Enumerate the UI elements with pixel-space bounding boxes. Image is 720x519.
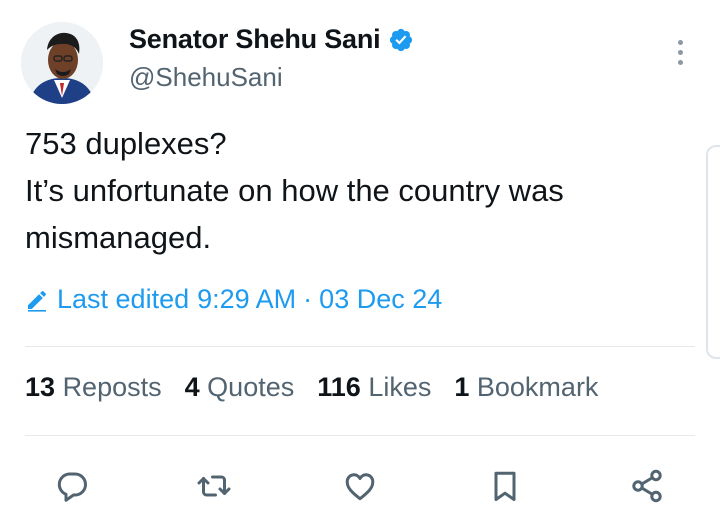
author-handle[interactable]: @ShehuSani bbox=[129, 62, 283, 93]
like-icon bbox=[345, 473, 375, 501]
author-name[interactable]: Senator Shehu Sani bbox=[129, 24, 381, 55]
verified-badge-icon bbox=[388, 27, 414, 53]
side-scroll-handle[interactable] bbox=[706, 145, 720, 359]
reposts-label: Reposts bbox=[62, 372, 162, 402]
avatar-photo-icon bbox=[21, 22, 103, 104]
edited-label: Last edited bbox=[57, 284, 190, 314]
stat-reposts[interactable]: 13 Reposts bbox=[25, 372, 162, 403]
quotes-count: 4 bbox=[184, 372, 200, 402]
divider-top bbox=[25, 346, 695, 347]
like-button[interactable] bbox=[338, 458, 382, 514]
engagement-stats: 13 Reposts 4 Quotes 116 Likes 1 Bookmark bbox=[25, 372, 621, 403]
quotes-label: Quotes bbox=[207, 372, 295, 402]
tweet-time: 9:29 AM bbox=[197, 284, 297, 314]
author-avatar[interactable] bbox=[21, 22, 103, 104]
repost-button[interactable] bbox=[192, 458, 236, 514]
likes-count: 116 bbox=[317, 372, 361, 402]
stat-bookmarks[interactable]: 1 Bookmark bbox=[454, 372, 598, 403]
action-bar bbox=[0, 458, 720, 514]
share-button[interactable] bbox=[625, 458, 669, 514]
tweet-date: 03 Dec 24 bbox=[319, 284, 443, 314]
more-options-icon[interactable] bbox=[668, 40, 692, 70]
edited-timestamp[interactable]: Last edited 9:29 AM · 03 Dec 24 bbox=[25, 284, 442, 315]
repost-icon bbox=[197, 475, 231, 497]
likes-label: Likes bbox=[368, 372, 432, 402]
stat-quotes[interactable]: 4 Quotes bbox=[185, 372, 295, 403]
edit-pencil-icon bbox=[28, 290, 47, 312]
tweet-text: 753 duplexes? It’s unfortunate on how th… bbox=[25, 126, 564, 255]
reposts-count: 13 bbox=[25, 372, 56, 402]
stat-likes[interactable]: 116 Likes bbox=[317, 372, 431, 403]
author-name-row: Senator Shehu Sani bbox=[129, 24, 414, 55]
reply-button[interactable] bbox=[50, 458, 94, 514]
bookmarks-count: 1 bbox=[454, 372, 470, 402]
bookmarks-label: Bookmark bbox=[476, 372, 599, 402]
bookmark-icon bbox=[494, 471, 516, 501]
reply-icon bbox=[57, 472, 87, 502]
share-icon bbox=[632, 469, 662, 503]
timestamp-separator: · bbox=[303, 284, 313, 314]
bookmark-button[interactable] bbox=[483, 458, 527, 514]
divider-bottom bbox=[25, 435, 695, 436]
